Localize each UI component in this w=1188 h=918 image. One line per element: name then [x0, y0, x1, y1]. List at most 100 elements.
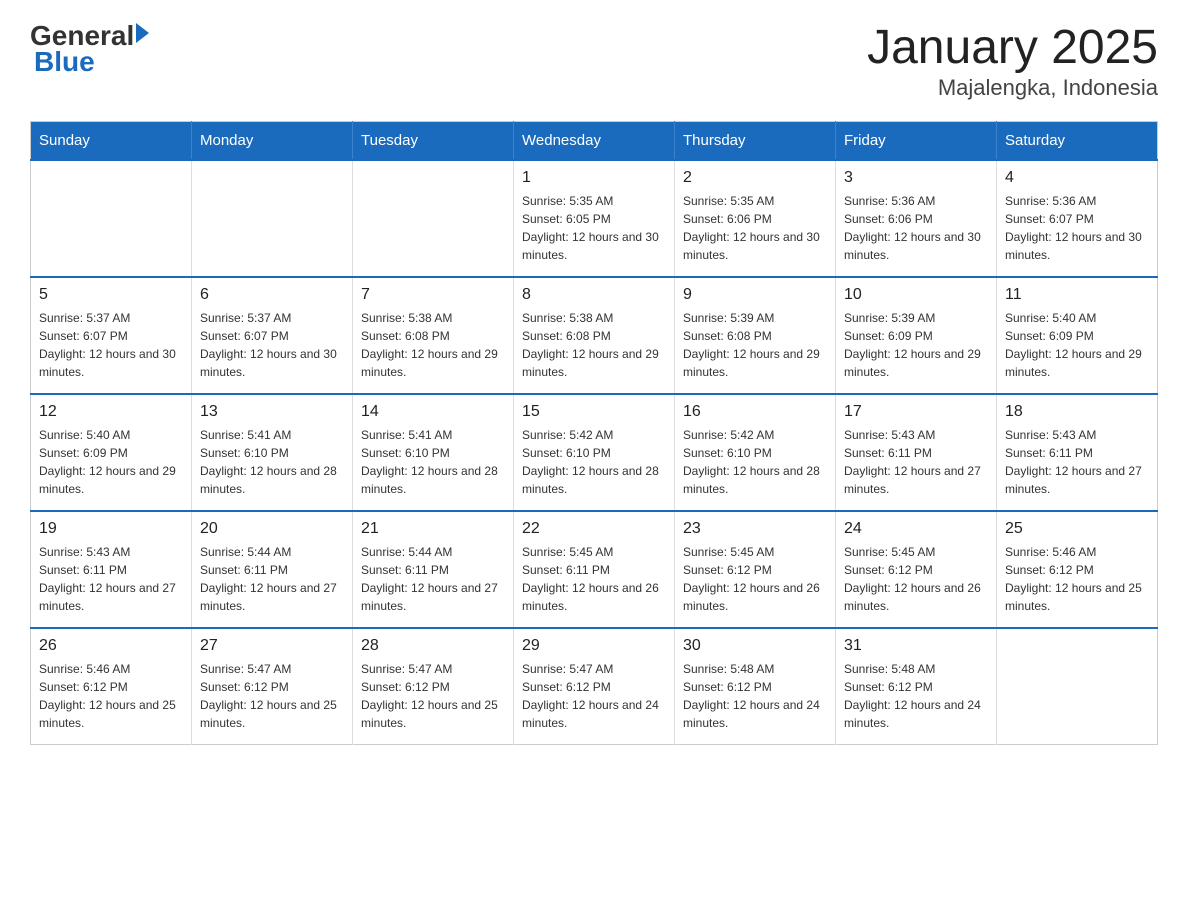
day-info: Sunrise: 5:42 AMSunset: 6:10 PMDaylight:… [683, 426, 827, 498]
calendar-cell: 8 Sunrise: 5:38 AMSunset: 6:08 PMDaylight… [514, 277, 675, 394]
day-info: Sunrise: 5:42 AMSunset: 6:10 PMDaylight:… [522, 426, 666, 498]
day-info: Sunrise: 5:37 AMSunset: 6:07 PMDaylight:… [200, 309, 344, 381]
day-info: Sunrise: 5:45 AMSunset: 6:11 PMDaylight:… [522, 543, 666, 615]
day-number: 9 [683, 286, 827, 304]
calendar-cell: 24Sunrise: 5:45 AMSunset: 6:12 PMDayligh… [836, 511, 997, 628]
calendar-cell: 14Sunrise: 5:41 AMSunset: 6:10 PMDayligh… [353, 394, 514, 511]
logo-icon: General Blue [30, 20, 149, 78]
day-info: Sunrise: 5:35 AMSunset: 6:06 PMDaylight:… [683, 192, 827, 264]
day-info: Sunrise: 5:44 AMSunset: 6:11 PMDaylight:… [200, 543, 344, 615]
calendar-cell: 12 Sunrise: 5:40 AMSunset: 6:09 PMDayligh… [31, 394, 192, 511]
day-number: 13 [200, 403, 344, 421]
day-info: Sunrise: 5:47 AMSunset: 6:12 PMDaylight:… [200, 660, 344, 732]
day-info: Sunrise: 5:36 AMSunset: 6:07 PMDaylight:… [1005, 192, 1149, 264]
calendar-cell: 26 Sunrise: 5:46 AMSunset: 6:12 PMDayligh… [31, 628, 192, 745]
calendar-cell: 4Sunrise: 5:36 AMSunset: 6:07 PMDaylight… [997, 160, 1158, 277]
day-info: Sunrise: 5:45 AMSunset: 6:12 PMDaylight:… [683, 543, 827, 615]
day-number: 6 [200, 286, 344, 304]
day-number: 3 [844, 169, 988, 187]
page-header: General Blue January 2025 Majalengka, In… [30, 20, 1158, 101]
calendar-cell: 9 Sunrise: 5:39 AMSunset: 6:08 PMDaylight… [675, 277, 836, 394]
calendar-cell [997, 628, 1158, 745]
day-number: 23 [683, 520, 827, 538]
calendar-cell: 23 Sunrise: 5:45 AMSunset: 6:12 PMDayligh… [675, 511, 836, 628]
day-info: Sunrise: 5:39 AMSunset: 6:09 PMDaylight:… [844, 309, 988, 381]
calendar-cell: 19 Sunrise: 5:43 AMSunset: 6:11 PMDayligh… [31, 511, 192, 628]
day-number: 19 [39, 520, 183, 538]
calendar-cell: 29Sunrise: 5:47 AMSunset: 6:12 PMDayligh… [514, 628, 675, 745]
calendar-cell: 22 Sunrise: 5:45 AMSunset: 6:11 PMDayligh… [514, 511, 675, 628]
day-info: Sunrise: 5:40 AMSunset: 6:09 PMDaylight:… [1005, 309, 1149, 381]
header-tuesday: Tuesday [353, 122, 514, 161]
day-number: 22 [522, 520, 666, 538]
header-thursday: Thursday [675, 122, 836, 161]
day-info: Sunrise: 5:40 AMSunset: 6:09 PMDaylight:… [39, 426, 183, 498]
day-number: 20 [200, 520, 344, 538]
header-friday: Friday [836, 122, 997, 161]
day-info: Sunrise: 5:41 AMSunset: 6:10 PMDaylight:… [361, 426, 505, 498]
logo-triangle-icon [136, 23, 149, 43]
calendar-cell: 30 Sunrise: 5:48 AMSunset: 6:12 PMDayligh… [675, 628, 836, 745]
day-number: 26 [39, 637, 183, 655]
day-info: Sunrise: 5:43 AMSunset: 6:11 PMDaylight:… [844, 426, 988, 498]
day-number: 28 [361, 637, 505, 655]
calendar-table: SundayMondayTuesdayWednesdayThursdayFrid… [30, 121, 1158, 745]
calendar-cell [192, 160, 353, 277]
calendar-cell: 11 Sunrise: 5:40 AMSunset: 6:09 PMDayligh… [997, 277, 1158, 394]
calendar-cell [31, 160, 192, 277]
day-info: Sunrise: 5:47 AMSunset: 6:12 PMDaylight:… [361, 660, 505, 732]
logo: General Blue [30, 20, 149, 78]
day-info: Sunrise: 5:38 AMSunset: 6:08 PMDaylight:… [361, 309, 505, 381]
day-number: 5 [39, 286, 183, 304]
day-number: 11 [1005, 286, 1149, 304]
day-info: Sunrise: 5:41 AMSunset: 6:10 PMDaylight:… [200, 426, 344, 498]
day-info: Sunrise: 5:44 AMSunset: 6:11 PMDaylight:… [361, 543, 505, 615]
day-number: 12 [39, 403, 183, 421]
day-info: Sunrise: 5:48 AMSunset: 6:12 PMDaylight:… [844, 660, 988, 732]
day-number: 8 [522, 286, 666, 304]
title-block: January 2025 Majalengka, Indonesia [867, 20, 1158, 101]
day-number: 15 [522, 403, 666, 421]
calendar-week-5: 26 Sunrise: 5:46 AMSunset: 6:12 PMDayligh… [31, 628, 1158, 745]
day-number: 10 [844, 286, 988, 304]
calendar-cell: 16Sunrise: 5:42 AMSunset: 6:10 PMDayligh… [675, 394, 836, 511]
calendar-subtitle: Majalengka, Indonesia [867, 75, 1158, 101]
calendar-cell: 13 Sunrise: 5:41 AMSunset: 6:10 PMDayligh… [192, 394, 353, 511]
calendar-week-4: 19 Sunrise: 5:43 AMSunset: 6:11 PMDayligh… [31, 511, 1158, 628]
day-number: 31 [844, 637, 988, 655]
day-number: 2 [683, 169, 827, 187]
calendar-week-1: 1Sunrise: 5:35 AMSunset: 6:05 PMDaylight… [31, 160, 1158, 277]
calendar-cell: 2 Sunrise: 5:35 AMSunset: 6:06 PMDaylight… [675, 160, 836, 277]
calendar-cell: 25Sunrise: 5:46 AMSunset: 6:12 PMDayligh… [997, 511, 1158, 628]
calendar-header-row: SundayMondayTuesdayWednesdayThursdayFrid… [31, 122, 1158, 161]
calendar-cell: 10 Sunrise: 5:39 AMSunset: 6:09 PMDayligh… [836, 277, 997, 394]
day-number: 18 [1005, 403, 1149, 421]
header-wednesday: Wednesday [514, 122, 675, 161]
calendar-cell: 7 Sunrise: 5:38 AMSunset: 6:08 PMDaylight… [353, 277, 514, 394]
day-number: 27 [200, 637, 344, 655]
calendar-cell: 3Sunrise: 5:36 AMSunset: 6:06 PMDaylight… [836, 160, 997, 277]
day-info: Sunrise: 5:45 AMSunset: 6:12 PMDaylight:… [844, 543, 988, 615]
header-saturday: Saturday [997, 122, 1158, 161]
day-info: Sunrise: 5:38 AMSunset: 6:08 PMDaylight:… [522, 309, 666, 381]
calendar-cell: 15 Sunrise: 5:42 AMSunset: 6:10 PMDayligh… [514, 394, 675, 511]
calendar-cell: 17 Sunrise: 5:43 AMSunset: 6:11 PMDayligh… [836, 394, 997, 511]
day-number: 21 [361, 520, 505, 538]
calendar-week-3: 12 Sunrise: 5:40 AMSunset: 6:09 PMDayligh… [31, 394, 1158, 511]
day-number: 7 [361, 286, 505, 304]
day-info: Sunrise: 5:43 AMSunset: 6:11 PMDaylight:… [39, 543, 183, 615]
day-number: 17 [844, 403, 988, 421]
day-number: 29 [522, 637, 666, 655]
calendar-cell: 31 Sunrise: 5:48 AMSunset: 6:12 PMDayligh… [836, 628, 997, 745]
header-monday: Monday [192, 122, 353, 161]
day-number: 1 [522, 169, 666, 187]
day-info: Sunrise: 5:48 AMSunset: 6:12 PMDaylight:… [683, 660, 827, 732]
calendar-cell: 28 Sunrise: 5:47 AMSunset: 6:12 PMDayligh… [353, 628, 514, 745]
calendar-cell: 1Sunrise: 5:35 AMSunset: 6:05 PMDaylight… [514, 160, 675, 277]
day-info: Sunrise: 5:46 AMSunset: 6:12 PMDaylight:… [39, 660, 183, 732]
calendar-cell [353, 160, 514, 277]
calendar-cell: 6 Sunrise: 5:37 AMSunset: 6:07 PMDaylight… [192, 277, 353, 394]
day-info: Sunrise: 5:39 AMSunset: 6:08 PMDaylight:… [683, 309, 827, 381]
calendar-cell: 18Sunrise: 5:43 AMSunset: 6:11 PMDayligh… [997, 394, 1158, 511]
day-number: 30 [683, 637, 827, 655]
